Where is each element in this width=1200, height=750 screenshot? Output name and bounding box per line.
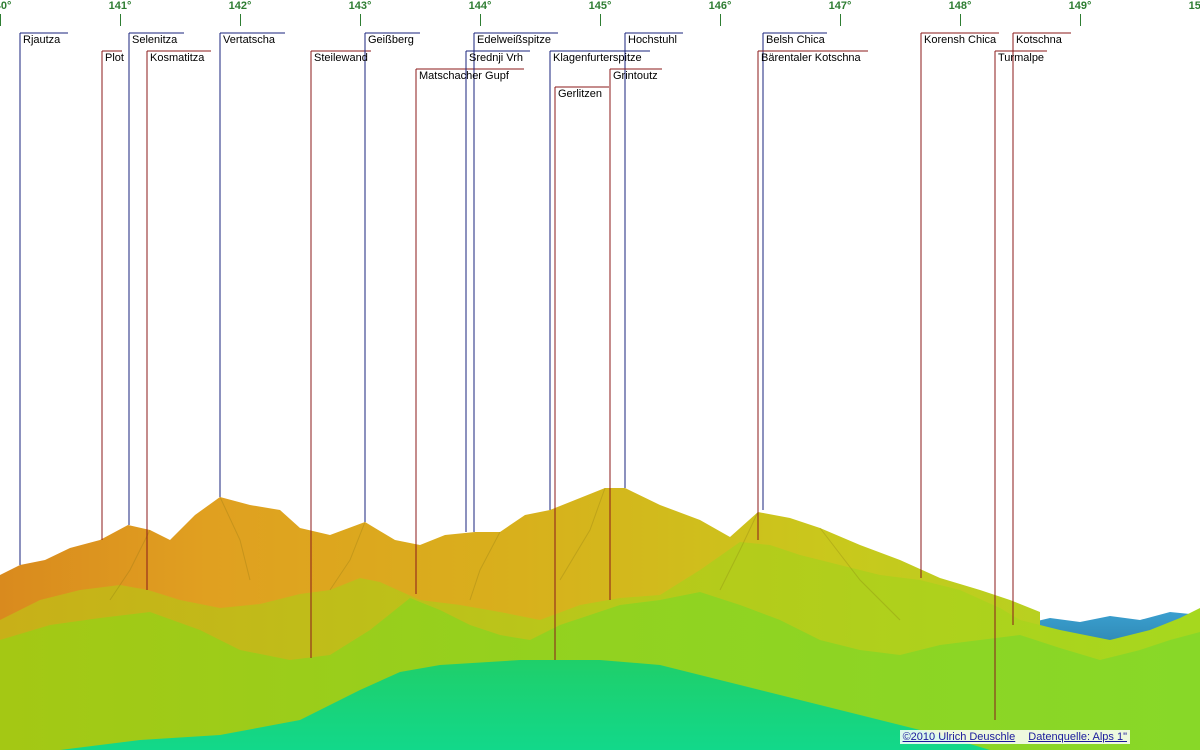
source-link[interactable]: Datenquelle: Alps 1" [1028, 731, 1127, 743]
peak-label-kosmatitza[interactable]: Kosmatitza [147, 51, 207, 65]
peak-label-srednji-vrh[interactable]: Srednji Vrh [466, 51, 526, 65]
degree-tick [600, 14, 601, 26]
degree-label: 146° [708, 0, 732, 12]
peak-label-gerlitzen[interactable]: Gerlitzen [555, 87, 605, 101]
degree-label: 150° [1188, 0, 1200, 12]
degree-tick [240, 14, 241, 26]
degree-tick [360, 14, 361, 26]
degree-tick [1080, 14, 1081, 26]
peak-label-klagenfurterspitze[interactable]: Klagenfurterspitze [550, 51, 645, 65]
author-link[interactable]: ©2010 Ulrich Deuschle [903, 731, 1016, 743]
degree-label: 147° [828, 0, 852, 12]
degree-label: 140° [0, 0, 12, 12]
peak-label-matschacher-gupf[interactable]: Matschacher Gupf [416, 69, 512, 83]
peak-label-selenitza[interactable]: Selenitza [129, 33, 180, 47]
peak-label-b-rentaler-kotschna[interactable]: Bärentaler Kotschna [758, 51, 864, 65]
degree-label: 141° [108, 0, 132, 12]
peak-label-edelwei-spitze[interactable]: Edelweißspitze [474, 33, 554, 47]
peak-label-vertatscha[interactable]: Vertatscha [220, 33, 278, 47]
degree-label: 145° [588, 0, 612, 12]
degree-tick [480, 14, 481, 26]
peak-label-grintoutz[interactable]: Grintoutz [610, 69, 661, 83]
degree-label: 148° [948, 0, 972, 12]
degree-label: 149° [1068, 0, 1092, 12]
degree-label: 142° [228, 0, 252, 12]
degree-tick [960, 14, 961, 26]
peak-label-korensh-chica[interactable]: Korensh Chica [921, 33, 999, 47]
panorama-scene [0, 32, 1200, 750]
peak-label-rjautza[interactable]: Rjautza [20, 33, 63, 47]
peak-label-steilewand[interactable]: Steilewand [311, 51, 371, 65]
peak-label-turmalpe[interactable]: Turmalpe [995, 51, 1047, 65]
peak-label-hochstuhl[interactable]: Hochstuhl [625, 33, 680, 47]
degree-tick [0, 14, 1, 26]
degree-label: 143° [348, 0, 372, 12]
peak-label-gei-berg[interactable]: Geißberg [365, 33, 417, 47]
degree-tick [120, 14, 121, 26]
peak-label-kotschna[interactable]: Kotschna [1013, 33, 1065, 47]
peak-label-belsh-chica[interactable]: Belsh Chica [763, 33, 828, 47]
degree-label: 144° [468, 0, 492, 12]
peak-label-plot[interactable]: Plot [102, 51, 127, 65]
degree-tick [720, 14, 721, 26]
degree-tick [840, 14, 841, 26]
credits-bar: ©2010 Ulrich Deuschle Datenquelle: Alps … [899, 730, 1130, 744]
